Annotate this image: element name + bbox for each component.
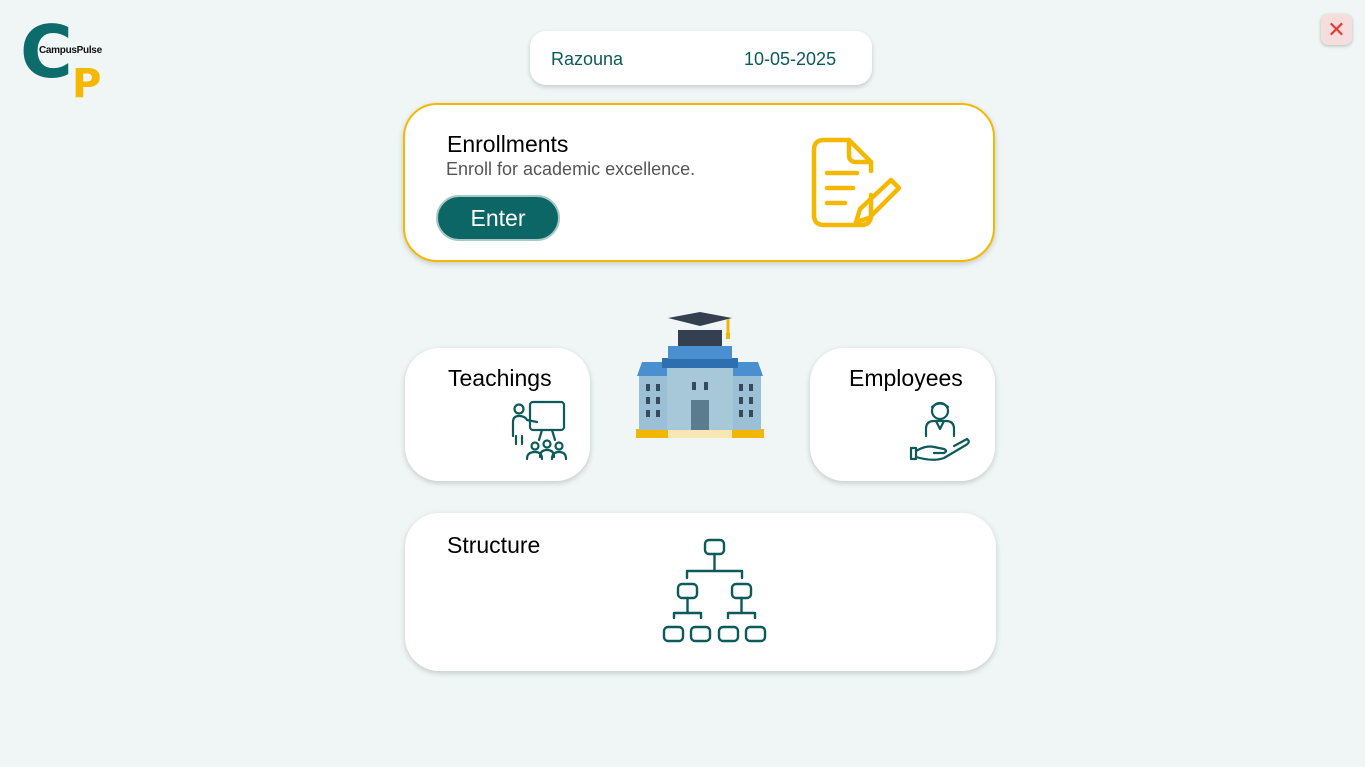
teachings-title: Teachings — [448, 365, 552, 391]
enrollments-title: Enrollments — [447, 131, 569, 157]
enrollments-card: Enrollments Enroll for academic excellen… — [403, 103, 995, 262]
current-date: 10-05-2025 — [744, 49, 837, 69]
close-button[interactable]: ✕ — [1321, 14, 1352, 45]
employees-title: Employees — [849, 365, 963, 391]
document-edit-icon — [811, 137, 902, 228]
structure-card[interactable]: Structure — [405, 513, 996, 671]
logo-text: CampusPulse — [38, 45, 103, 56]
enrollments-subtitle: Enroll for academic excellence. — [446, 159, 696, 179]
teachings-card[interactable]: Teachings — [405, 348, 590, 481]
employees-card[interactable]: Employees — [810, 348, 995, 481]
close-icon: ✕ — [1327, 16, 1346, 42]
employee-care-icon — [909, 401, 970, 461]
org-chart-icon — [662, 538, 767, 643]
user-date-header: Razouna 10-05-2025 — [530, 31, 872, 85]
university-building-icon — [636, 312, 764, 438]
campuspulse-logo: C CampusPulse P — [20, 16, 110, 110]
enter-button[interactable]: Enter — [436, 195, 560, 241]
teacher-presentation-icon — [511, 400, 568, 461]
structure-title: Structure — [447, 532, 541, 558]
user-name: Razouna — [551, 49, 624, 69]
logo-letter-p: P — [72, 61, 102, 107]
